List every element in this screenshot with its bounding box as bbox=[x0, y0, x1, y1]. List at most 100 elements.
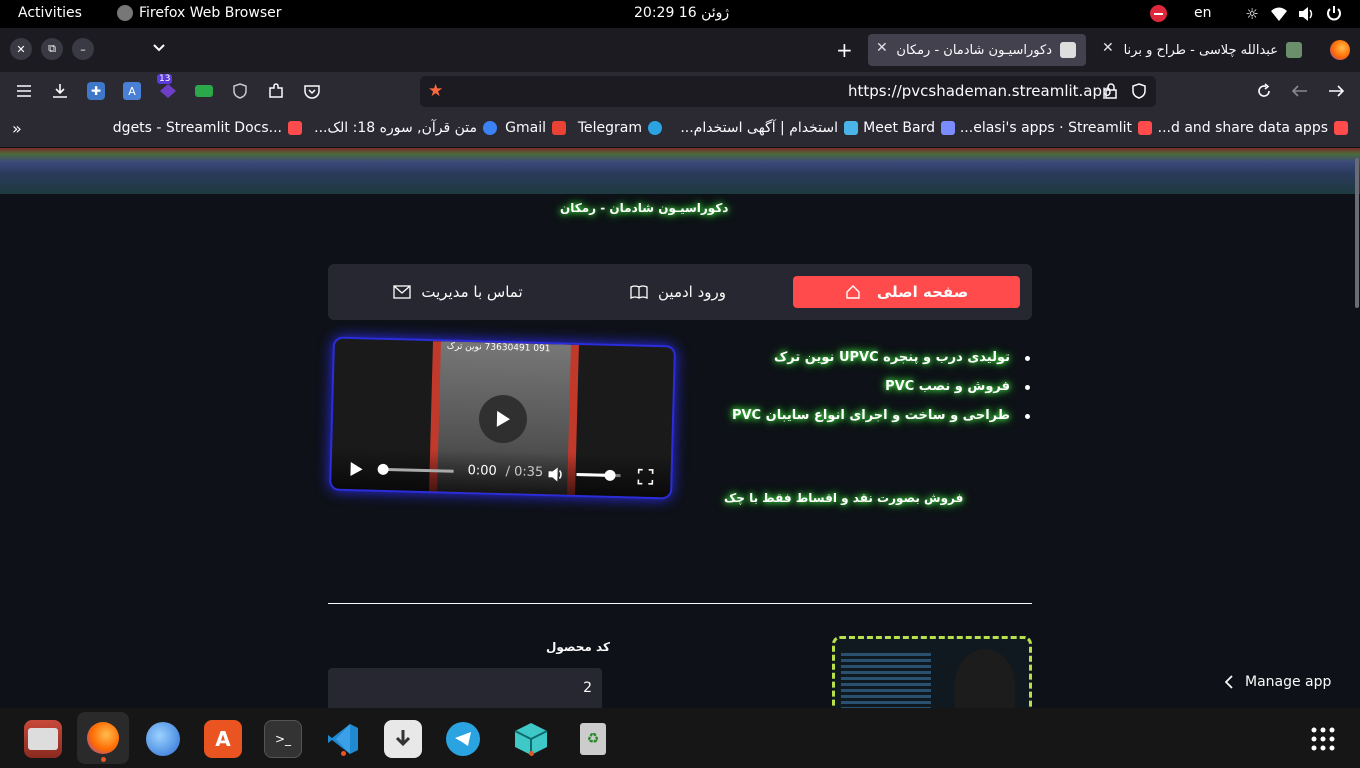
bookmark-item[interactable]: elasi's apps · Streamlit... bbox=[960, 120, 1152, 136]
bookmark-label: استخدام | آگهی استخدام... bbox=[680, 120, 838, 136]
quran-favicon-icon bbox=[483, 121, 497, 135]
extension-badge-count: 13 bbox=[157, 74, 173, 84]
site-title: دکوراسیـون شادمان - رمکان bbox=[560, 201, 729, 215]
dock: A >_ ♻ bbox=[0, 708, 1360, 768]
video-duration: / 0:35 bbox=[505, 464, 544, 481]
stack-extension-icon[interactable]: 13 bbox=[157, 74, 179, 102]
fullscreen-icon[interactable] bbox=[637, 468, 654, 485]
star-bookmark-icon[interactable]: ★ bbox=[428, 81, 443, 101]
downloads-icon[interactable] bbox=[49, 80, 71, 102]
list-item: تولیدی درب و پنجره UPVC نوین ترک bbox=[774, 350, 1030, 365]
services-list: تولیدی درب و پنجره UPVC نوین ترک فروش و … bbox=[732, 350, 1030, 437]
bookmark-item[interactable]: ...dgets - Streamlit Docs bbox=[113, 120, 302, 136]
lock-icon[interactable] bbox=[1104, 83, 1118, 99]
home-icon bbox=[846, 285, 860, 299]
chevron-left-icon bbox=[1225, 675, 1233, 689]
reload-icon[interactable] bbox=[1253, 80, 1275, 102]
new-tab-button[interactable]: + bbox=[836, 38, 853, 62]
vscode-icon[interactable] bbox=[324, 720, 362, 758]
activities-button[interactable]: Activities bbox=[18, 5, 82, 21]
seek-bar[interactable] bbox=[377, 463, 454, 476]
do-not-disturb-icon bbox=[1150, 5, 1167, 22]
bookmark-item[interactable]: Meet Bard bbox=[863, 120, 955, 136]
tab-current[interactable]: دکوراسیـون شادمان - رمکان ✕ bbox=[868, 34, 1086, 66]
video-current-time: 0:00 bbox=[467, 463, 498, 479]
bookmark-label: Telegram bbox=[577, 120, 642, 136]
restore-window-button[interactable]: ⧉ bbox=[41, 38, 63, 60]
bookmark-label: elasi's apps · Streamlit... bbox=[959, 120, 1132, 136]
firefox-view-icon[interactable] bbox=[1330, 40, 1350, 60]
volume-slider[interactable] bbox=[576, 469, 621, 481]
shield-extension-icon[interactable] bbox=[229, 80, 251, 102]
bookmark-item[interactable]: Gmail bbox=[505, 120, 566, 136]
tracking-shield-icon[interactable] bbox=[1132, 83, 1146, 99]
menu-item-admin-login[interactable]: ورود ادمین bbox=[588, 276, 768, 308]
tab-favicon bbox=[1060, 42, 1076, 58]
forward-icon[interactable] bbox=[1289, 80, 1311, 102]
software-center-icon[interactable]: A bbox=[204, 720, 242, 758]
url-text[interactable]: https://pvcshademan.streamlit.app bbox=[848, 82, 1112, 100]
files-app-icon[interactable] bbox=[24, 720, 62, 758]
system-top-bar: Activities Firefox Web Browser 20:29 16 … bbox=[0, 0, 1360, 28]
product-image-screen bbox=[841, 653, 931, 708]
url-bar[interactable]: ★ https://pvcshademan.streamlit.app bbox=[420, 76, 1156, 107]
terminal-icon[interactable]: >_ bbox=[264, 720, 302, 758]
green-extension-icon[interactable] bbox=[193, 80, 215, 102]
tab-close-icon[interactable]: ✕ bbox=[876, 40, 888, 56]
mute-volume-icon[interactable] bbox=[547, 466, 565, 482]
product-image bbox=[832, 636, 1032, 708]
close-window-button[interactable]: ✕ bbox=[10, 38, 32, 60]
show-apps-grid-icon[interactable] bbox=[1304, 720, 1342, 758]
volume-icon bbox=[1299, 7, 1313, 21]
bookmark-item[interactable]: استخدام | آگهی استخدام... bbox=[680, 120, 858, 136]
bookmark-item[interactable]: متن قرآن, سوره 18: الک... bbox=[314, 120, 497, 136]
extensions-puzzle-icon[interactable] bbox=[265, 80, 287, 102]
tab-close-icon[interactable]: ✕ bbox=[1102, 40, 1114, 56]
firefox-app-icon bbox=[117, 5, 133, 21]
extension-plus-icon[interactable]: ✚ bbox=[85, 80, 107, 102]
streamlit-favicon-icon bbox=[1138, 121, 1152, 135]
clock[interactable]: 20:29 16 ژوئن bbox=[634, 5, 729, 21]
trash-icon[interactable]: ♻ bbox=[574, 720, 612, 758]
firefox-dock-icon[interactable] bbox=[77, 712, 129, 764]
page-scrollbar[interactable] bbox=[1355, 158, 1359, 308]
bookmarks-toolbar: » d and share data apps... elasi's apps … bbox=[0, 110, 1360, 148]
menu-item-label: تماس با مدیریت bbox=[421, 283, 523, 301]
menu-item-home[interactable]: صفحه اصلی bbox=[793, 276, 1020, 308]
minimize-window-button[interactable]: – bbox=[72, 38, 94, 60]
bookmark-label: ...dgets - Streamlit Docs bbox=[112, 120, 282, 136]
product-code-input[interactable]: 2 bbox=[328, 668, 602, 708]
payment-note: فروش بصورت نقد و اقساط فقط با چک bbox=[724, 491, 964, 505]
play-control-icon[interactable] bbox=[349, 461, 363, 477]
telegram-icon[interactable] bbox=[444, 720, 482, 758]
menu-item-contact[interactable]: تماس با مدیریت bbox=[368, 276, 548, 308]
manage-app-button[interactable]: Manage app bbox=[1225, 674, 1331, 690]
product-image-figure bbox=[955, 649, 1015, 708]
power-icon[interactable] bbox=[1326, 5, 1342, 22]
menu-icon[interactable] bbox=[13, 80, 35, 102]
cube-app-icon[interactable] bbox=[512, 720, 550, 758]
book-icon bbox=[630, 285, 648, 299]
video-player[interactable]: 091 73630491 نوین ترک 0:00 / 0:35 bbox=[329, 336, 676, 500]
page-viewport: دکوراسیـون شادمان - رمکان صفحه اصلی ورود… bbox=[0, 148, 1360, 708]
back-icon[interactable] bbox=[1325, 80, 1347, 102]
envelope-icon bbox=[393, 285, 412, 299]
tab-favicon bbox=[1286, 42, 1302, 58]
manage-app-label: Manage app bbox=[1245, 674, 1332, 690]
list-all-tabs-icon[interactable] bbox=[152, 43, 166, 53]
tab-other[interactable]: عبدالله چلاسی - طراح و برنا ✕ bbox=[1094, 34, 1312, 66]
jobs-favicon-icon bbox=[844, 121, 858, 135]
bookmark-item[interactable]: d and share data apps... bbox=[1158, 120, 1348, 136]
app-menu-label[interactable]: Firefox Web Browser bbox=[139, 5, 282, 21]
tab-title: دکوراسیـون شادمان - رمکان bbox=[896, 42, 1052, 58]
translate-extension-icon[interactable]: A bbox=[121, 80, 143, 102]
bookmark-item[interactable]: Telegram bbox=[578, 120, 662, 136]
keyboard-language-indicator[interactable]: en bbox=[1194, 5, 1212, 21]
pocket-icon[interactable] bbox=[301, 80, 323, 102]
more-bookmarks-chevron-icon[interactable]: » bbox=[12, 119, 22, 138]
downloader-icon[interactable] bbox=[384, 720, 422, 758]
thunderbird-icon[interactable] bbox=[144, 720, 182, 758]
menu-item-label: ورود ادمین bbox=[658, 283, 727, 301]
brightness-icon: ☼ bbox=[1245, 5, 1259, 23]
menu-item-label: صفحه اصلی bbox=[876, 283, 969, 301]
